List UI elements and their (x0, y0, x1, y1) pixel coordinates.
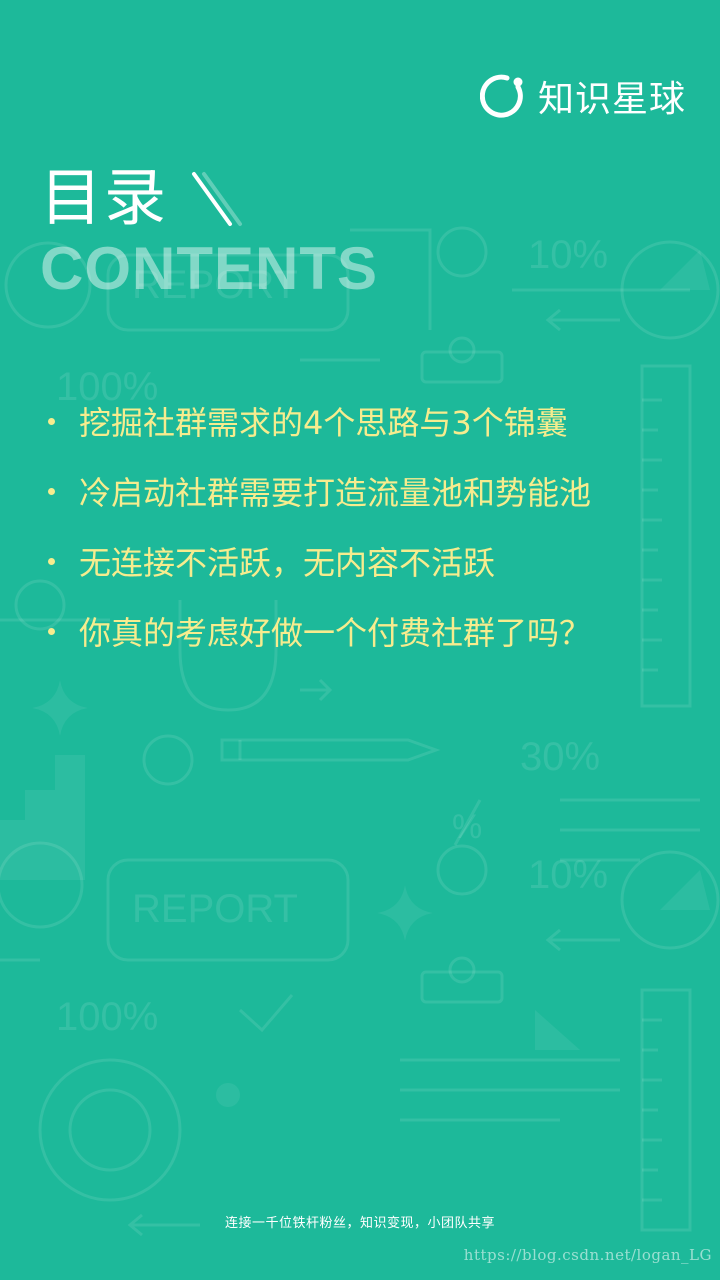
ring-with-dot-icon (479, 74, 523, 118)
bg-label-10-percent-top: 10% (528, 233, 608, 277)
contents-heading: 目录 CONTENTS (40, 162, 378, 302)
brand-header: 知识星球 (479, 72, 686, 120)
toc-list: 挖掘社群需求的4个思路与3个锦囊 冷启动社群需要打造流量池和势能池 无连接不活跃… (48, 386, 591, 666)
bg-label-percent-sign: % (452, 808, 482, 846)
brand-name: 知识星球 (537, 79, 686, 120)
bullet-dot-icon (48, 487, 55, 495)
toc-item: 冷启动社群需要打造流量池和势能池 (48, 456, 591, 526)
bg-label-10-percent-bottom: 10% (528, 853, 608, 897)
toc-item: 你真的考虑好做一个付费社群了吗？ (48, 596, 591, 666)
page-subtitle: CONTENTS (40, 235, 378, 302)
bg-label-30-percent: 30% (520, 735, 600, 779)
toc-item-text: 你真的考虑好做一个付费社群了吗？ (79, 614, 592, 652)
slash-decoration-icon (192, 172, 242, 226)
contents-page: 10% 100% 30% 10% 100% REPORT REPORT % 知识… (0, 0, 720, 1280)
bullet-dot-icon (48, 557, 55, 565)
toc-item-text: 挖掘社群需求的4个思路与3个锦囊 (79, 404, 568, 442)
bullet-dot-icon (48, 417, 55, 425)
bg-label-100-percent-bottom: 100% (56, 995, 158, 1039)
toc-item-text: 无连接不活跃，无内容不活跃 (79, 544, 496, 582)
toc-item: 挖掘社群需求的4个思路与3个锦囊 (48, 386, 591, 456)
toc-item: 无连接不活跃，无内容不活跃 (48, 526, 591, 596)
url-watermark: https://blog.csdn.net/logan_LG (463, 1246, 712, 1264)
bg-label-report-bottom: REPORT (132, 887, 298, 931)
toc-item-text: 冷启动社群需要打造流量池和势能池 (79, 474, 592, 512)
bullet-dot-icon (48, 627, 55, 635)
footer-tagline: 连接一千位铁杆粉丝，知识变现，小团队共享 (224, 1216, 495, 1231)
